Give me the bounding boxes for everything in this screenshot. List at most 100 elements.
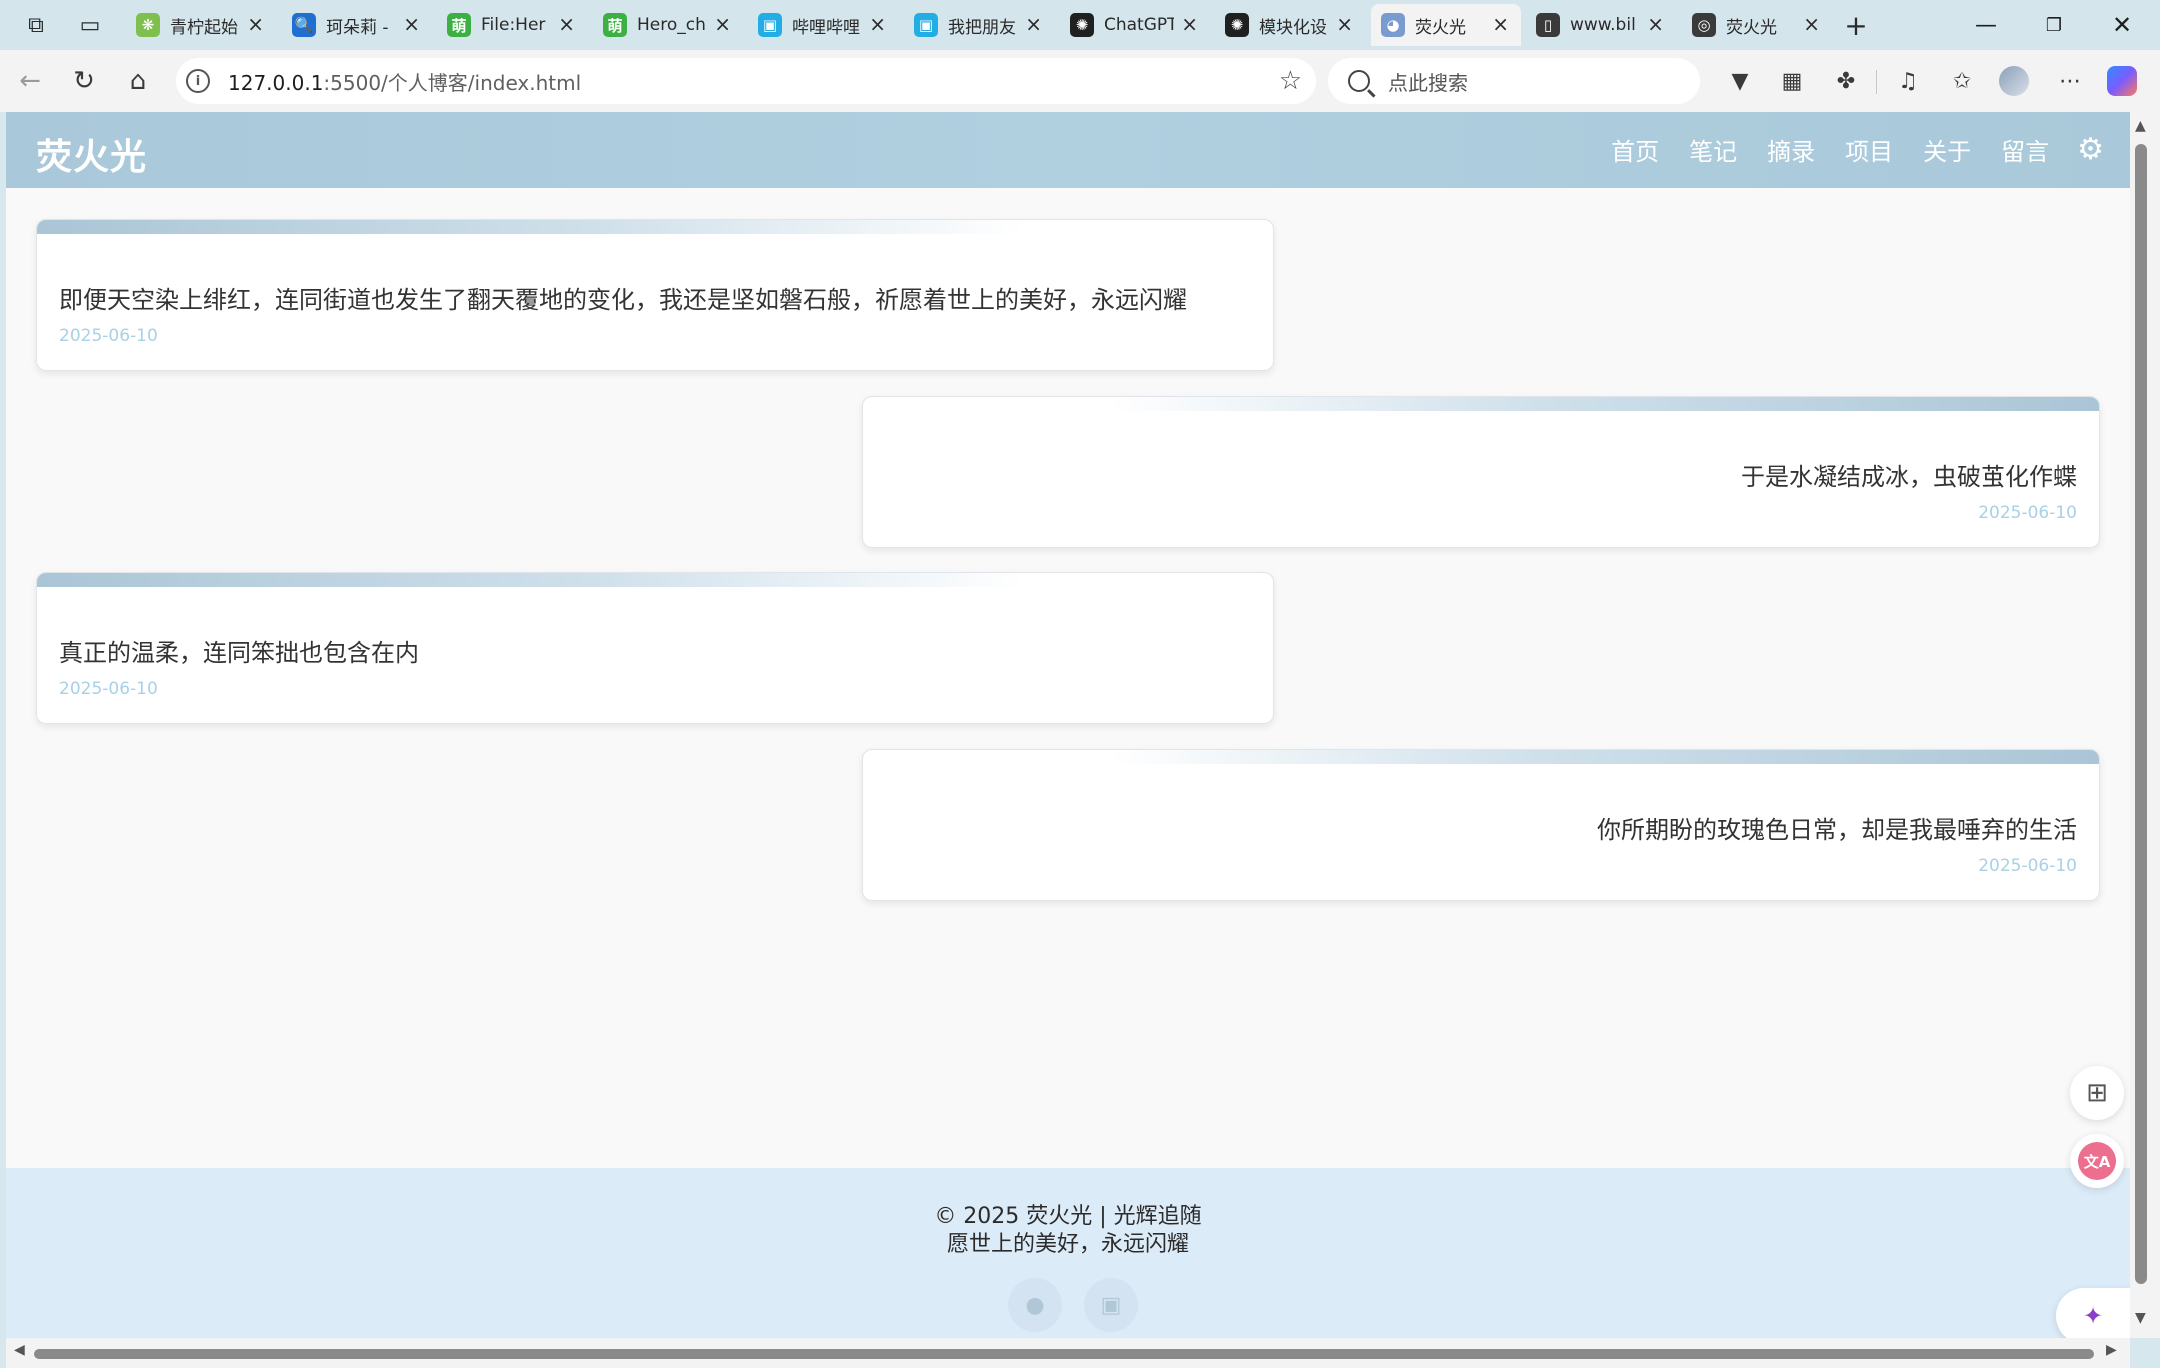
tab-title: 哔哩哔哩 [792, 17, 860, 38]
browser-tab[interactable]: ◕ 荧火光 × [1371, 4, 1521, 46]
nav-link-excerpts[interactable]: 摘录 [1767, 132, 1815, 167]
app-grid-icon[interactable]: ⊞ [2070, 1066, 2124, 1120]
site-footer: © 2025 荧火光 | 光辉追随 愿世上的美好，永远闪耀 ● ▣ [6, 1168, 2130, 1338]
nav-link-guestbook[interactable]: 留言 [2001, 132, 2049, 167]
vertical-scrollbar[interactable]: ▲ ▼ [2130, 112, 2160, 1338]
close-tab-icon[interactable]: × [1492, 14, 1509, 34]
anime-avatar-icon: ◕ [1381, 13, 1405, 37]
github-icon[interactable]: ● [1008, 1278, 1062, 1332]
vertical-tabs-icon[interactable]: ▭ [72, 7, 108, 43]
favorite-star-icon[interactable]: ☆ [1279, 66, 1302, 96]
card-accent-bar [863, 750, 2099, 764]
workspaces-icon[interactable]: ⧉ [18, 7, 54, 43]
home-button[interactable]: ⌂ [120, 63, 156, 99]
note-card[interactable]: 你所期盼的玫瑰色日常，却是我最唾弃的生活 2025-06-10 [862, 749, 2100, 901]
note-card[interactable]: 真正的温柔，连同笨拙也包含在内 2025-06-10 [36, 572, 1274, 724]
openai-icon: ✺ [1225, 13, 1249, 37]
note-date: 2025-06-10 [1978, 503, 2077, 523]
qr-code-icon[interactable]: ▦ [1776, 65, 1808, 97]
close-tab-icon[interactable]: × [1181, 14, 1198, 34]
scroll-up-arrow-icon[interactable]: ▲ [2135, 118, 2146, 134]
close-window-button[interactable]: ✕ [2088, 0, 2156, 50]
favorites-icon[interactable]: ✩ [1946, 65, 1978, 97]
note-card[interactable]: 于是水凝结成冰，虫破茧化作蝶 2025-06-10 [862, 396, 2100, 548]
moe-wiki-icon: 萌 [447, 13, 471, 37]
close-tab-icon[interactable]: × [714, 14, 731, 34]
browser-tab[interactable]: ▯ www.bil × [1526, 4, 1676, 46]
site-info-icon[interactable]: i [186, 69, 210, 93]
globe-icon: ◎ [1692, 13, 1716, 37]
close-tab-icon[interactable]: × [403, 14, 420, 34]
tab-title: 模块化设 [1259, 17, 1327, 38]
note-text: 于是水凝结成冰，虫破茧化作蝶 [1741, 463, 2077, 491]
browser-tab[interactable]: 萌 Hero_ch × [593, 4, 743, 46]
profile-avatar[interactable] [1998, 65, 2030, 97]
refresh-button[interactable]: ↻ [66, 63, 102, 99]
bilibili-icon: ▣ [758, 13, 782, 37]
horizontal-scrollbar[interactable]: ◀ ▶ [6, 1338, 2130, 1368]
search-icon [1348, 70, 1370, 92]
back-button[interactable]: ← [12, 63, 48, 99]
copilot-icon[interactable] [2106, 65, 2138, 97]
browser-tab[interactable]: 🔍 珂朵莉 - × [282, 4, 432, 46]
tab-title: 青柠起始 [170, 17, 238, 38]
restore-button[interactable]: ❐ [2020, 0, 2088, 50]
bilibili-icon: ▣ [914, 13, 938, 37]
bilibili-icon[interactable]: ▣ [1084, 1278, 1138, 1332]
extension-v-icon[interactable]: ▼ [1724, 65, 1756, 97]
note-date: 2025-06-10 [1978, 856, 2077, 876]
extensions-puzzle-icon[interactable]: ✤ [1830, 65, 1862, 97]
media-control-icon[interactable]: ♫ [1892, 65, 1924, 97]
close-tab-icon[interactable]: × [1647, 14, 1664, 34]
site-title[interactable]: 荧火光 [36, 128, 147, 180]
note-date: 2025-06-10 [59, 679, 158, 699]
browser-tab[interactable]: ▣ 我把朋友 × [904, 4, 1054, 46]
scroll-left-arrow-icon[interactable]: ◀ [14, 1342, 25, 1358]
browser-tab[interactable]: ❋ 青柠起始 × [126, 4, 276, 46]
translate-icon[interactable]: 文A [2070, 1134, 2124, 1188]
browser-tab[interactable]: ◎ 荧火光 × [1682, 4, 1832, 46]
tab-title: 珂朵莉 - [326, 17, 389, 38]
note-text: 你所期盼的玫瑰色日常，却是我最唾弃的生活 [1597, 816, 2077, 844]
moe-wiki-icon: 萌 [603, 13, 627, 37]
scrollbar-thumb[interactable] [2135, 144, 2147, 1284]
browser-tab[interactable]: ▣ 哔哩哔哩 × [748, 4, 898, 46]
close-tab-icon[interactable]: × [1803, 14, 1820, 34]
footer-motto: 愿世上的美好，永远闪耀 [946, 1232, 1189, 1257]
note-card[interactable]: 即便天空染上绯红，连同街道也发生了翻天覆地的变化，我还是坚如磐石般，祈愿着世上的… [36, 219, 1274, 371]
close-tab-icon[interactable]: × [1336, 14, 1353, 34]
nav-link-about[interactable]: 关于 [1923, 132, 1971, 167]
close-tab-icon[interactable]: × [247, 14, 264, 34]
address-url[interactable]: 127.0.0.1:5500/个人博客/index.html [228, 67, 581, 96]
nav-link-notes[interactable]: 笔记 [1689, 132, 1737, 167]
browser-toolbar: ← ↻ ⌂ i 127.0.0.1:5500/个人博客/index.html ☆… [0, 50, 2160, 112]
url-host: 127.0.0.1 [228, 70, 324, 95]
address-bar[interactable]: i 127.0.0.1:5500/个人博客/index.html ☆ [176, 58, 1316, 104]
scroll-down-arrow-icon[interactable]: ▼ [2135, 1310, 2146, 1326]
web-page: 荧火光 首页 笔记 摘录 项目 关于 留言 ⚙ 即便天空染上绯红，连同街道也发生… [6, 112, 2130, 1338]
close-tab-icon[interactable]: × [1025, 14, 1042, 34]
site-nav: 首页 笔记 摘录 项目 关于 留言 ⚙ [1581, 132, 2104, 167]
tab-title: 荧火光 [1726, 17, 1777, 38]
card-accent-bar [863, 397, 2099, 411]
browser-tab[interactable]: 萌 File:Her × [437, 4, 587, 46]
gear-icon[interactable]: ⚙ [2077, 134, 2104, 165]
scroll-right-arrow-icon[interactable]: ▶ [2106, 1342, 2117, 1358]
nav-link-home[interactable]: 首页 [1611, 132, 1659, 167]
browser-tab[interactable]: ✺ 模块化设 × [1215, 4, 1365, 46]
page-error-icon: ▯ [1536, 13, 1560, 37]
close-tab-icon[interactable]: × [558, 14, 575, 34]
assistant-bulb-icon[interactable]: ✦ [2056, 1288, 2130, 1338]
card-accent-bar [37, 220, 1273, 234]
new-tab-button[interactable]: + [1838, 7, 1874, 43]
minimize-button[interactable]: — [1952, 0, 2020, 50]
browser-tab[interactable]: ✺ ChatGPT × [1060, 4, 1210, 46]
search-input[interactable]: 点此搜索 [1328, 58, 1700, 104]
url-path: :5500/个人博客/index.html [323, 70, 582, 95]
note-text: 即便天空染上绯红，连同街道也发生了翻天覆地的变化，我还是坚如磐石般，祈愿着世上的… [59, 286, 1187, 314]
more-menu-icon[interactable]: ⋯ [2054, 65, 2086, 97]
nav-link-projects[interactable]: 项目 [1845, 132, 1893, 167]
close-tab-icon[interactable]: × [869, 14, 886, 34]
scrollbar-thumb[interactable] [34, 1349, 2094, 1359]
tab-title: www.bil [1570, 15, 1636, 35]
